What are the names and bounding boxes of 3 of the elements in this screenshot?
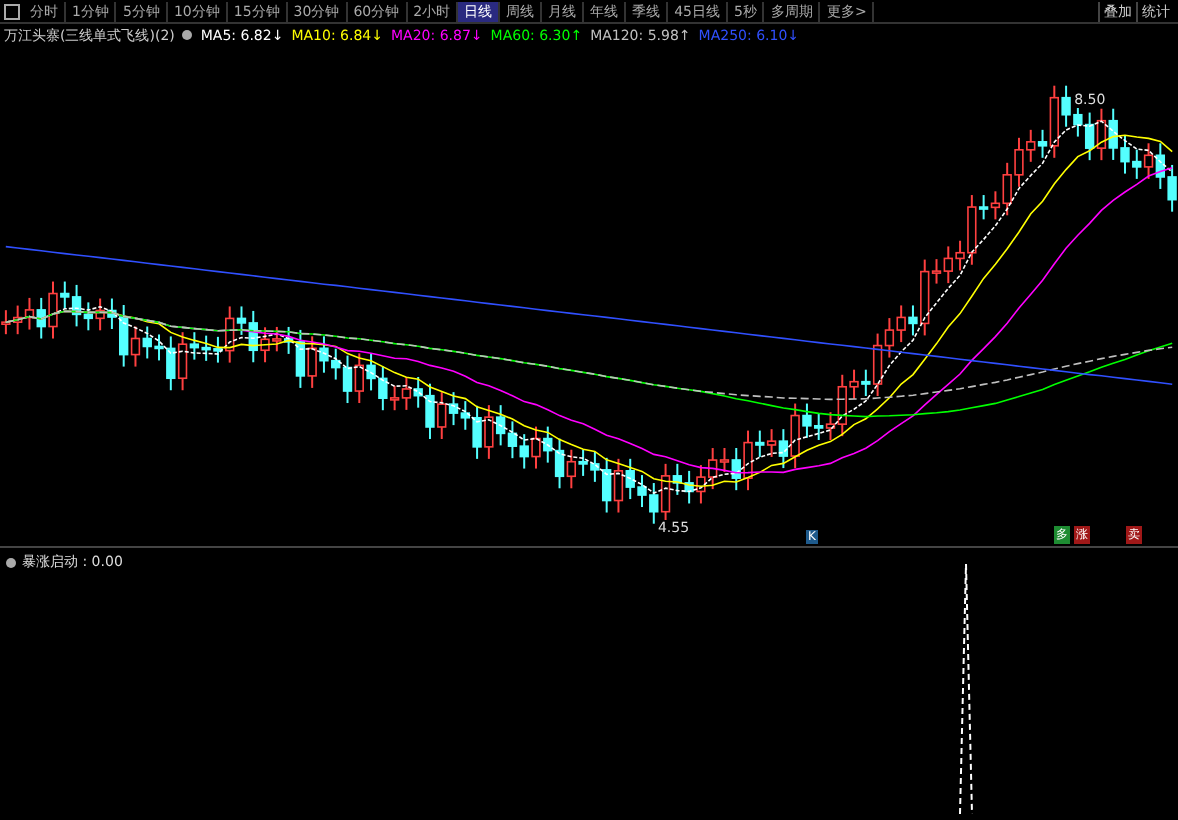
settings-icon[interactable]: [182, 30, 193, 40]
settings-icon[interactable]: [6, 557, 16, 567]
grid-icon[interactable]: [4, 3, 20, 19]
